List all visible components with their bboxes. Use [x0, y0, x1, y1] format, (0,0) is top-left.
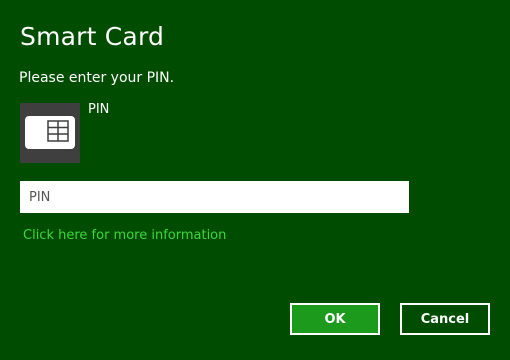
- pin-input[interactable]: [20, 181, 409, 213]
- dialog-title: Smart Card: [20, 22, 165, 51]
- cancel-button[interactable]: Cancel: [400, 303, 490, 335]
- pin-prompt: Please enter your PIN.: [19, 70, 175, 86]
- smart-card-icon: [25, 116, 75, 149]
- ok-button[interactable]: OK: [290, 303, 380, 335]
- smart-card-tile: [20, 103, 80, 163]
- smart-card-label: PIN: [88, 102, 110, 117]
- more-information-link[interactable]: Click here for more information: [23, 228, 226, 243]
